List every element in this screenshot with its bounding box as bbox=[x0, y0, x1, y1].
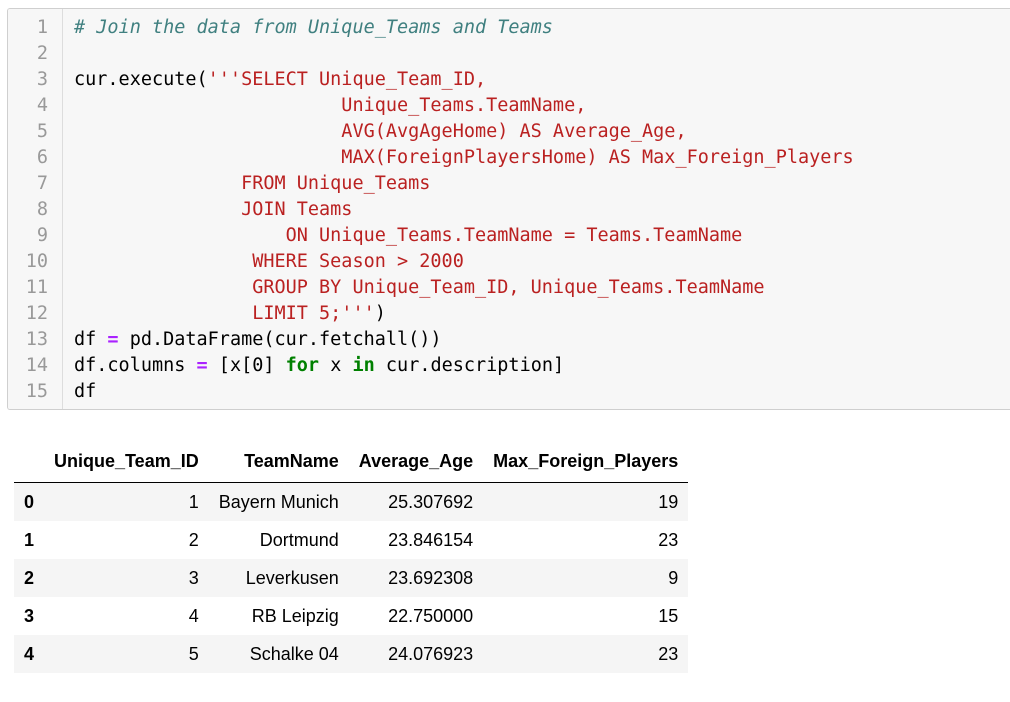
code-token: = bbox=[196, 355, 208, 376]
row-index: 0 bbox=[24, 491, 35, 512]
cell-average-age: 23.846154 bbox=[388, 529, 474, 550]
cell-team-name: Bayern Munich bbox=[218, 491, 339, 512]
code-token: ) bbox=[374, 303, 386, 324]
line-number: 2 bbox=[36, 43, 48, 64]
cell-team-name: Schalke 04 bbox=[249, 643, 339, 664]
code-token: # Join the data from Unique_Teams and Te… bbox=[74, 17, 553, 38]
cell-unique-team-id: 2 bbox=[188, 529, 199, 550]
cell-unique-team-id: 1 bbox=[188, 491, 199, 512]
row-index: 3 bbox=[24, 605, 35, 626]
code-text: FROM Unique_Teams bbox=[74, 171, 430, 197]
line-number: 12 bbox=[25, 303, 48, 324]
code-text: ON Unique_Teams.TeamName = Teams.TeamNam… bbox=[74, 223, 743, 249]
code-text: df bbox=[74, 379, 96, 405]
code-token: cur.description] bbox=[374, 355, 565, 376]
row-index: 4 bbox=[24, 643, 35, 664]
code-text: WHERE Season > 2000 bbox=[74, 249, 464, 275]
column-header-unique-team-id: Unique_Team_ID bbox=[44, 440, 209, 483]
table-row: 3 4 RB Leipzig 22.750000 15 bbox=[14, 597, 689, 635]
line-number: 14 bbox=[25, 355, 48, 376]
code-token: cur.execute( bbox=[74, 69, 208, 90]
line-number: 6 bbox=[36, 147, 48, 168]
cell-unique-team-id: 5 bbox=[188, 643, 199, 664]
line-number: 15 bbox=[25, 381, 48, 402]
cell-unique-team-id: 3 bbox=[188, 567, 199, 588]
code-token: = bbox=[107, 329, 119, 350]
cell-average-age: 23.692308 bbox=[388, 567, 474, 588]
cell-average-age: 25.307692 bbox=[388, 491, 474, 512]
line-number: 10 bbox=[25, 251, 48, 272]
code-token: '''SELECT Unique_Team_ID, bbox=[207, 69, 487, 90]
code-text: GROUP BY Unique_Team_ID, Unique_Teams.Te… bbox=[74, 275, 765, 301]
code-token: Unique_Teams.TeamName, bbox=[74, 95, 587, 116]
cell-team-name: RB Leipzig bbox=[251, 605, 339, 626]
cell-max-foreign-players: 23 bbox=[658, 529, 679, 550]
code-token: df.columns bbox=[74, 355, 197, 376]
line-number: 13 bbox=[25, 329, 48, 350]
column-header-team-name: TeamName bbox=[208, 440, 349, 483]
cell-max-foreign-players: 15 bbox=[658, 605, 679, 626]
line-number: 9 bbox=[36, 225, 48, 246]
cell-max-foreign-players: 19 bbox=[658, 491, 679, 512]
code-token: GROUP BY Unique_Team_ID, Unique_Teams.Te… bbox=[74, 277, 765, 298]
column-header-average-age: Average_Age bbox=[348, 440, 484, 483]
row-index: 2 bbox=[24, 567, 35, 588]
line-number: 7 bbox=[36, 173, 48, 194]
cell-team-name: Leverkusen bbox=[245, 567, 339, 588]
table-row: 0 1 Bayern Munich 25.307692 19 bbox=[14, 482, 689, 521]
table-header-row: Unique_Team_ID TeamName Average_Age Max_… bbox=[14, 440, 689, 483]
code-text: cur.execute('''SELECT Unique_Team_ID, bbox=[74, 67, 486, 93]
line-number: 3 bbox=[36, 69, 48, 90]
line-number: 11 bbox=[25, 277, 48, 298]
code-token: df bbox=[74, 381, 97, 402]
row-index: 1 bbox=[24, 529, 35, 550]
cell-average-age: 22.750000 bbox=[388, 605, 474, 626]
code-token: AVG(AvgAgeHome) AS Average_Age, bbox=[74, 121, 687, 142]
code-token: pd.DataFrame(cur.fetchall()) bbox=[118, 329, 442, 350]
code-text: # Join the data from Unique_Teams and Te… bbox=[74, 15, 553, 41]
column-header-max-foreign-players: Max_Foreign_Players bbox=[483, 440, 689, 483]
code-token: ] bbox=[263, 355, 286, 376]
code-token: LIMIT 5;''' bbox=[74, 303, 375, 324]
code-token: MAX(ForeignPlayersHome) AS Max_Foreign_P… bbox=[74, 147, 854, 168]
line-number: 8 bbox=[36, 199, 48, 220]
code-cell[interactable]: 1 # Join the data from Unique_Teams and T… bbox=[7, 8, 1010, 410]
code-token: 0 bbox=[252, 355, 264, 376]
code-token: in bbox=[352, 355, 375, 376]
cell-team-name: Dortmund bbox=[259, 529, 339, 550]
line-number: 4 bbox=[36, 95, 48, 116]
code-token: x bbox=[319, 355, 353, 376]
code-token: [x[ bbox=[207, 355, 253, 376]
cell-unique-team-id: 4 bbox=[188, 605, 199, 626]
cell-max-foreign-players: 9 bbox=[668, 567, 679, 588]
cell-output: Unique_Team_ID TeamName Average_Age Max_… bbox=[14, 440, 689, 673]
code-token: WHERE Season > 2000 bbox=[74, 251, 464, 272]
code-text: Unique_Teams.TeamName, bbox=[74, 93, 586, 119]
column-header-index bbox=[14, 440, 45, 483]
cell-average-age: 24.076923 bbox=[388, 643, 474, 664]
code-token: FROM Unique_Teams bbox=[74, 173, 431, 194]
code-token: for bbox=[285, 355, 320, 376]
code-text: MAX(ForeignPlayersHome) AS Max_Foreign_P… bbox=[74, 145, 854, 171]
table-row: 1 2 Dortmund 23.846154 23 bbox=[14, 521, 689, 559]
code-token: df bbox=[74, 329, 108, 350]
cell-max-foreign-players: 23 bbox=[658, 643, 679, 664]
code-token: ON Unique_Teams.TeamName = Teams.TeamNam… bbox=[74, 225, 743, 246]
code-token: JOIN Teams bbox=[74, 199, 353, 220]
code-text: df.columns = [x[0] for x in cur.descript… bbox=[74, 353, 564, 379]
line-number: 1 bbox=[36, 17, 48, 38]
code-text: df = pd.DataFrame(cur.fetchall()) bbox=[74, 327, 442, 353]
line-number: 5 bbox=[36, 121, 48, 142]
dataframe-table: Unique_Team_ID TeamName Average_Age Max_… bbox=[14, 440, 689, 673]
code-text: JOIN Teams bbox=[74, 197, 352, 223]
table-row: 4 5 Schalke 04 24.076923 23 bbox=[14, 635, 689, 673]
table-row: 2 3 Leverkusen 23.692308 9 bbox=[14, 559, 689, 597]
code-text: AVG(AvgAgeHome) AS Average_Age, bbox=[74, 119, 687, 145]
code-text: LIMIT 5;''') bbox=[74, 301, 386, 327]
